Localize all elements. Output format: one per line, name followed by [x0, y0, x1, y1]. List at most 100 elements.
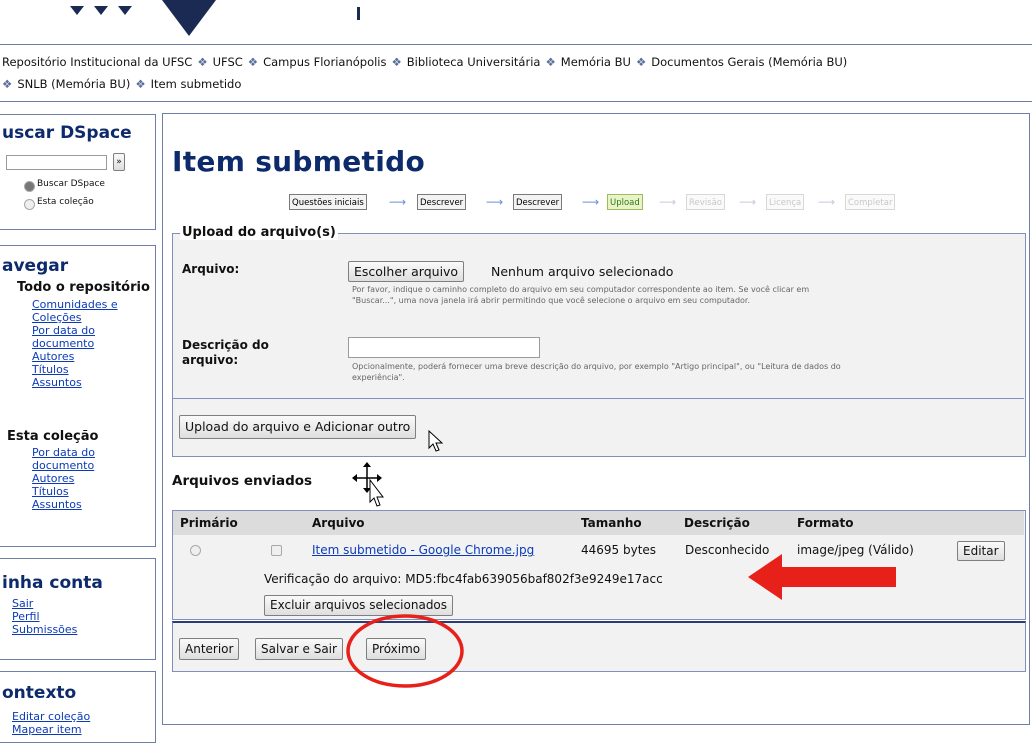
breadcrumb-item[interactable]: UFSC	[213, 55, 243, 69]
step-license: Licença	[766, 194, 805, 210]
step-describe-1[interactable]: Descrever	[417, 194, 467, 210]
cursor-arrow-icon	[428, 430, 444, 452]
edit-file-button[interactable]: Editar	[957, 541, 1005, 561]
sidebar-link-coll-subjects[interactable]: Assuntos	[32, 498, 95, 511]
description-input[interactable]	[348, 337, 540, 358]
breadcrumb-item[interactable]: Repositório Institucional da UFSC	[2, 55, 192, 69]
breadcrumb-separator-icon: ❖	[391, 55, 402, 69]
sidebar-link-logout[interactable]: Sair	[12, 597, 77, 610]
page-title: Item submetido	[172, 145, 425, 178]
file-label: Arquivo:	[182, 262, 240, 276]
breadcrumb: Repositório Institucional da UFSC ❖ UFSC ❖ C…	[2, 51, 1027, 95]
col-description: Descrição	[684, 516, 750, 530]
sidebar-link-coll-by-date[interactable]: Por data do	[32, 446, 95, 459]
breadcrumb-item[interactable]: Memória BU	[561, 55, 631, 69]
breadcrumb-item[interactable]: Documentos Gerais (Memória BU)	[651, 55, 847, 69]
header-divider-mark	[357, 7, 360, 20]
file-size: 44695 bytes	[581, 543, 657, 557]
breadcrumb-separator-icon: ❖	[247, 55, 259, 69]
search-input[interactable]	[6, 155, 107, 170]
step-arrow-icon: ⟶	[389, 195, 407, 209]
sidebar-navigate-box: avegar Todo o repositório Comunidades e …	[0, 245, 156, 547]
description-help-line: Opcionalmente, poderá fornecer uma breve…	[352, 362, 841, 371]
sidebar-link-coll-authors[interactable]: Autores	[32, 472, 95, 485]
radio-search-all-label: Buscar DSpace	[37, 179, 105, 189]
sidebar-link-authors[interactable]: Autores	[32, 350, 118, 363]
previous-button[interactable]: Anterior	[179, 638, 240, 660]
breadcrumb-separator-icon: ❖	[545, 55, 556, 69]
sidebar-link-by-date[interactable]: Por data do	[32, 324, 118, 337]
sidebar-link-communities[interactable]: Coleções	[32, 311, 118, 324]
step-arrow-icon: ⟶	[486, 195, 504, 209]
uploaded-file-link[interactable]: Item submetido - Google Chrome.jpg	[312, 543, 534, 557]
breadcrumb-separator-icon: ❖	[197, 55, 208, 69]
sidebar-navigate-title: avegar	[2, 256, 69, 276]
step-arrow-icon: ⟶	[818, 195, 836, 209]
file-help-text: Por favor, indique o caminho completo do…	[352, 284, 1012, 306]
select-file-checkbox[interactable]	[271, 545, 282, 556]
breadcrumb-item[interactable]: Campus Florianópolis	[263, 55, 386, 69]
file-help-line: Por favor, indique o caminho completo do…	[352, 285, 810, 294]
cursor-move-icon	[352, 462, 385, 507]
header-line	[0, 44, 1032, 45]
sidebar-account-title: inha conta	[2, 573, 103, 593]
annotation-circle-icon	[346, 614, 464, 688]
sidebar-link-coll-titles[interactable]: Títulos	[32, 485, 95, 498]
choose-file-button[interactable]: Escolher arquivo	[348, 261, 465, 282]
file-help-line: "Buscar...", uma nova janela irá abrir p…	[352, 296, 751, 305]
col-file: Arquivo	[312, 516, 365, 530]
save-exit-button[interactable]: Salvar e Sair	[255, 638, 343, 660]
step-upload[interactable]: Upload	[607, 194, 643, 210]
breadcrumb-item[interactable]: SNLB (Memória BU)	[17, 77, 130, 91]
search-go-button[interactable]: »	[113, 153, 125, 171]
sidebar-context-title: ontexto	[2, 683, 77, 703]
sidebar-link-communities[interactable]: Comunidades e	[32, 298, 118, 311]
breadcrumb-separator-icon: ❖	[2, 77, 13, 91]
description-label-line: arquivo:	[182, 353, 239, 367]
description-help-text: Opcionalmente, poderá fornecer uma breve…	[352, 361, 1012, 383]
upload-legend: Upload do arquivo(s)	[180, 225, 338, 240]
step-arrow-icon: ⟶	[659, 195, 677, 209]
col-format: Formato	[797, 516, 854, 530]
sidebar-search-box: uscar DSpace » Buscar DSpace Esta coleçã…	[0, 114, 156, 230]
annotation-arrow-icon	[748, 554, 896, 600]
no-file-text: Nenhum arquivo selecionado	[491, 264, 674, 279]
radio-search-collection-label: Esta coleção	[37, 197, 94, 207]
step-review: Revisão	[686, 194, 725, 210]
sidebar-search-title: uscar DSpace	[2, 123, 132, 143]
breadcrumb-bottom-line	[0, 101, 1032, 102]
col-size: Tamanho	[581, 516, 642, 530]
radio-search-collection[interactable]	[24, 199, 35, 210]
description-label: Descrição do arquivo:	[182, 338, 269, 368]
radio-search-all[interactable]	[24, 181, 35, 192]
upload-divider	[173, 398, 1024, 399]
step-complete: Completar	[845, 194, 896, 210]
sidebar-repo-heading: Todo o repositório	[17, 280, 150, 295]
sidebar-link-subjects[interactable]: Assuntos	[32, 376, 118, 389]
sidebar-link-profile[interactable]: Perfil	[12, 610, 77, 623]
upload-add-another-button[interactable]: Upload do arquivo e Adicionar outro	[179, 415, 417, 439]
sidebar-link-titles[interactable]: Títulos	[32, 363, 118, 376]
sidebar-link-map-item[interactable]: Mapear item	[12, 723, 90, 736]
step-initial-questions[interactable]: Questões iniciais	[289, 194, 367, 210]
breadcrumb-separator-icon: ❖	[135, 77, 146, 91]
sidebar-collection-heading: Esta coleção	[7, 429, 99, 444]
breadcrumb-separator-icon: ❖	[635, 55, 647, 69]
sidebar-link-submissions[interactable]: Submissões	[12, 623, 77, 636]
description-help-line: experiência".	[352, 373, 405, 382]
sidebar-link-edit-collection[interactable]: Editar coleção	[12, 710, 90, 723]
col-primary: Primário	[180, 516, 238, 530]
uploaded-files-title: Arquivos enviados	[172, 473, 313, 489]
breadcrumb-current: Item submetido	[150, 77, 242, 91]
sidebar-context-box: ontexto Editar coleção Mapear item	[0, 671, 156, 743]
sidebar-link-by-date[interactable]: documento	[32, 337, 118, 350]
description-label-line: Descrição do	[182, 338, 269, 352]
header-logo	[0, 0, 260, 40]
step-describe-2[interactable]: Descrever	[513, 194, 563, 210]
primary-radio[interactable]	[190, 545, 201, 556]
step-arrow-icon: ⟶	[582, 195, 600, 209]
file-checksum: Verificação do arquivo: MD5:fbc4fab63905…	[264, 572, 663, 586]
sidebar-account-box: inha conta Sair Perfil Submissões	[0, 558, 156, 660]
sidebar-link-coll-by-date[interactable]: documento	[32, 459, 95, 472]
breadcrumb-item[interactable]: Biblioteca Universitária	[407, 55, 541, 69]
